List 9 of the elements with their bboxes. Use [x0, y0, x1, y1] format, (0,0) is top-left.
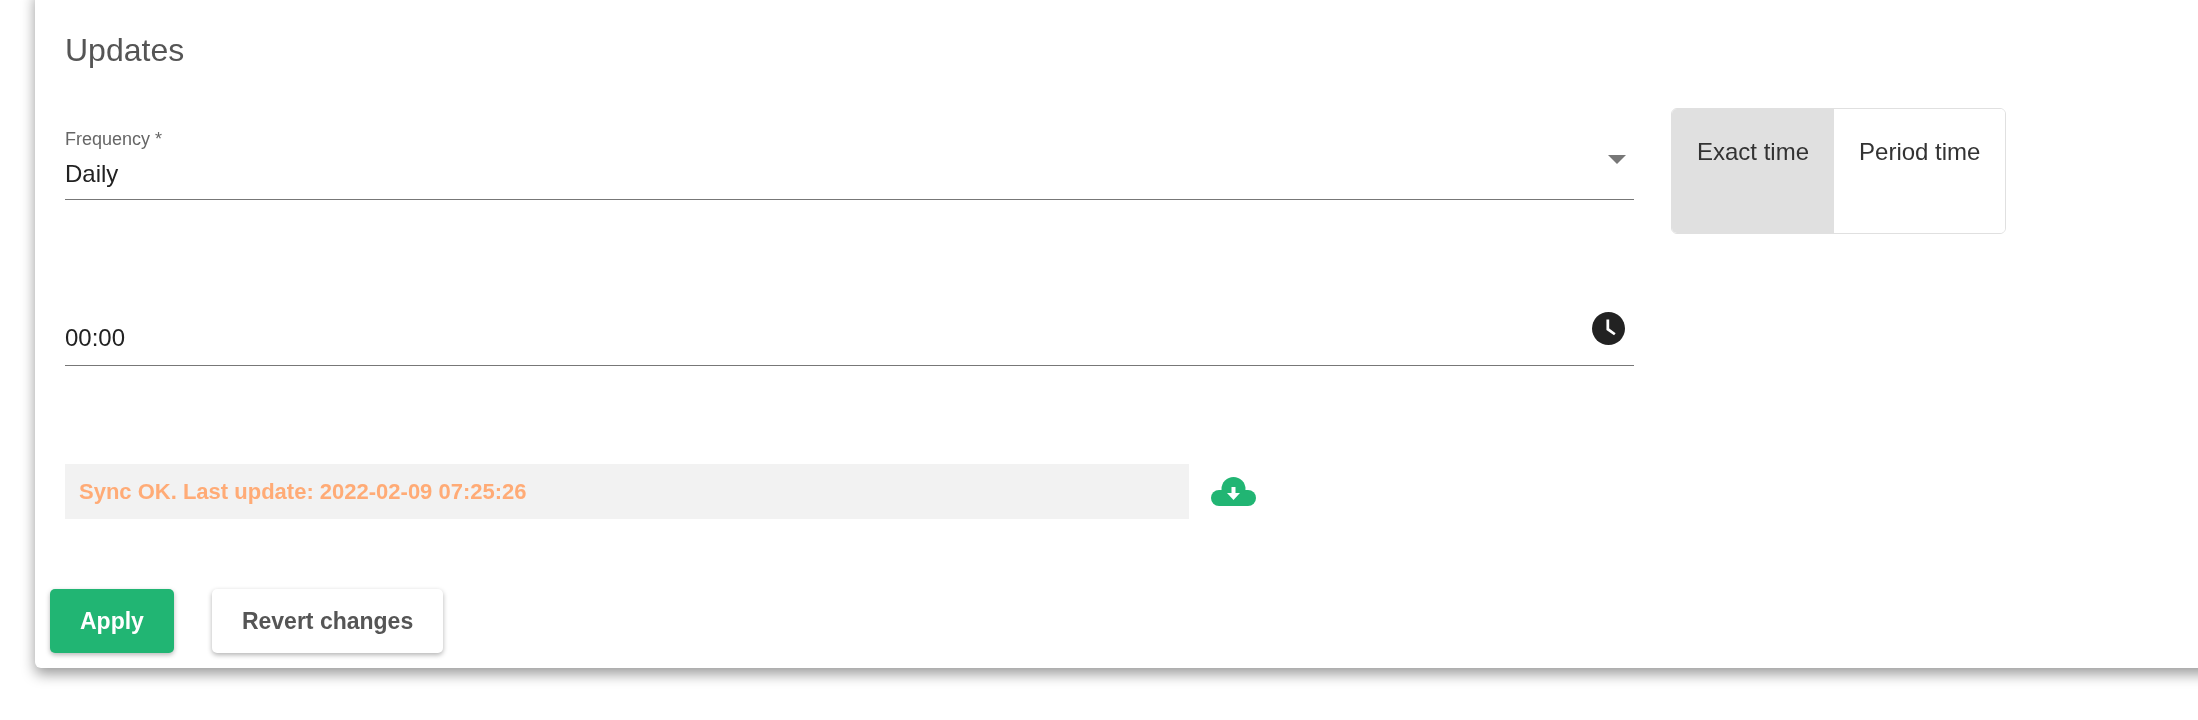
- dropdown-caret-icon[interactable]: [1608, 155, 1626, 164]
- time-mode-option[interactable]: Exact time: [1672, 109, 1835, 233]
- cloud-download-icon[interactable]: [1211, 477, 1256, 506]
- section-title: Updates: [65, 31, 185, 70]
- clock-icon[interactable]: [1592, 312, 1625, 345]
- time-field[interactable]: 00:00: [65, 314, 1634, 366]
- revert-button[interactable]: Revert changes: [211, 589, 444, 653]
- sync-status-message: Sync OK. Last update: 2022-02-09 07:25:26: [65, 464, 1189, 519]
- frequency-select[interactable]: Frequency * Daily: [65, 108, 1634, 200]
